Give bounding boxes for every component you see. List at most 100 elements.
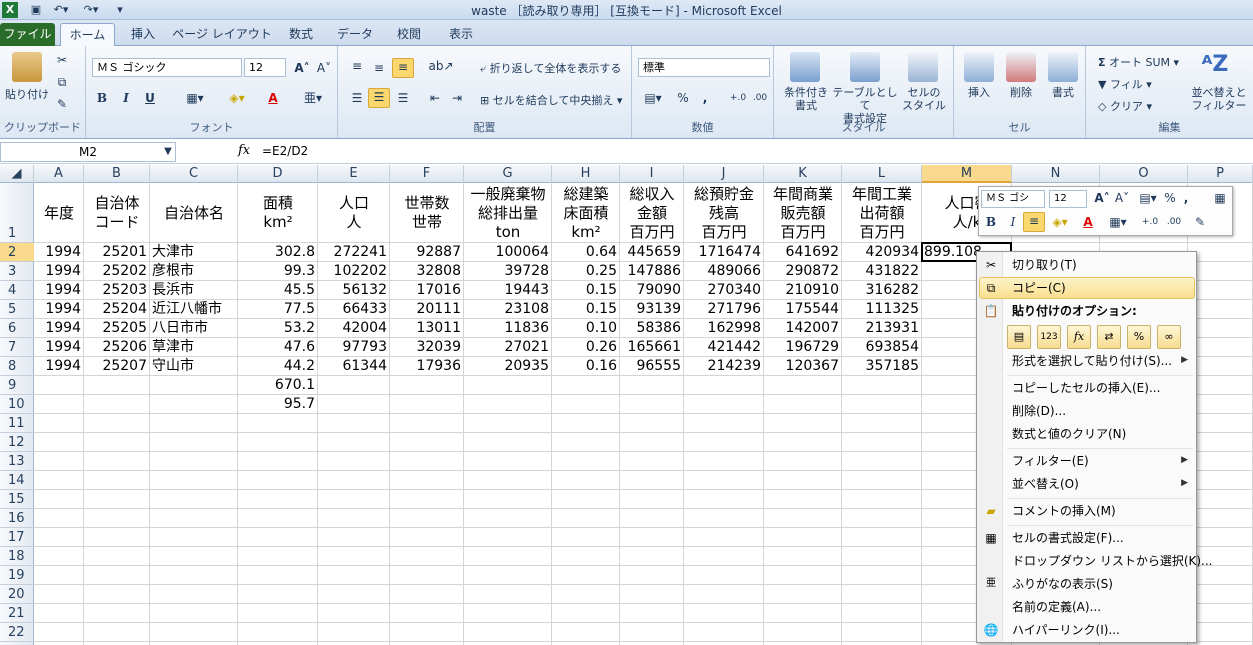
mini-accounting-icon[interactable]: ▤▾	[1137, 190, 1159, 206]
font-size-select[interactable]: 12	[244, 58, 286, 77]
table-cell[interactable]: 1994	[34, 262, 84, 280]
cut-icon[interactable]: ✂	[54, 52, 70, 68]
format-painter-icon[interactable]: ✎	[54, 96, 70, 112]
table-cell[interactable]: 1716474	[684, 243, 764, 261]
header-cell[interactable]: 年度	[34, 204, 84, 223]
menu-item-cut[interactable]: 切り取り(T)	[1012, 257, 1077, 273]
mini-format-painter-icon[interactable]: ✎	[1191, 214, 1209, 230]
tab-home[interactable]: ホーム	[60, 23, 115, 47]
delete-cells-button[interactable]: 削除	[1002, 86, 1040, 99]
header-cell[interactable]: 一般廃棄物 総排出量 ton	[464, 185, 552, 242]
number-format-select[interactable]: 標準	[638, 58, 770, 77]
percent-style-button[interactable]: %	[676, 90, 690, 106]
table-cell[interactable]: 290872	[764, 262, 842, 280]
paste-option-values-icon[interactable]: 123	[1037, 325, 1061, 349]
menu-item-define-name[interactable]: 名前の定義(A)...	[1012, 599, 1101, 615]
mini-font-color-icon[interactable]: A	[1077, 214, 1099, 230]
paste-option-paste-icon[interactable]: ▤	[1007, 325, 1031, 349]
insert-function-button[interactable]: fx	[238, 143, 250, 158]
table-cell[interactable]: 25206	[84, 338, 150, 356]
table-cell[interactable]: 175544	[764, 300, 842, 318]
decrease-indent-icon[interactable]: ⇤	[426, 90, 444, 106]
tab-page-layout[interactable]: ページ レイアウト	[172, 23, 272, 46]
shrink-font-icon[interactable]: A˅	[314, 60, 334, 76]
table-cell[interactable]: 25203	[84, 281, 150, 299]
select-all-corner[interactable]: ◢	[0, 165, 34, 183]
table-cell[interactable]: 32808	[390, 262, 464, 280]
table-cell[interactable]: 0.26	[552, 338, 620, 356]
table-cell[interactable]: 96555	[620, 357, 684, 375]
tab-data[interactable]: データ	[330, 23, 380, 46]
menu-item-copy[interactable]: コピー(C)	[1012, 280, 1066, 296]
table-cell[interactable]: 670.1	[238, 376, 318, 394]
table-cell[interactable]: 120367	[764, 357, 842, 375]
row-header-3[interactable]: 3	[0, 262, 34, 281]
column-header-o[interactable]: O	[1100, 165, 1188, 183]
align-right-icon[interactable]: ☰	[394, 90, 412, 106]
column-header-a[interactable]: A	[34, 165, 84, 183]
header-cell[interactable]: 年間商業 販売額 百万円	[764, 185, 842, 242]
header-cell[interactable]: 総預貯金 残高 百万円	[684, 185, 764, 242]
menu-item-format-cells[interactable]: セルの書式設定(F)...	[1012, 530, 1124, 546]
table-cell[interactable]: 45.5	[238, 281, 318, 299]
mini-decrease-decimal-icon[interactable]: .00	[1163, 214, 1185, 230]
font-name-select[interactable]: ＭＳ ゴシック	[92, 58, 242, 77]
mini-italic-icon[interactable]: I	[1005, 214, 1021, 230]
table-cell[interactable]: 210910	[764, 281, 842, 299]
mini-font-name-select[interactable]: ＭＳ ゴシ	[981, 190, 1045, 208]
menu-item-sort[interactable]: 並べ替え(O)	[1012, 476, 1079, 492]
table-cell[interactable]: 100064	[464, 243, 552, 261]
column-header-l[interactable]: L	[842, 165, 922, 183]
table-cell[interactable]: 19443	[464, 281, 552, 299]
column-header-c[interactable]: C	[150, 165, 238, 183]
row-header-20[interactable]: 20	[0, 585, 34, 604]
table-cell[interactable]: 32039	[390, 338, 464, 356]
column-header-h[interactable]: H	[552, 165, 620, 183]
comma-style-button[interactable]: ,	[700, 90, 710, 106]
tab-insert[interactable]: 挿入	[120, 23, 166, 46]
menu-item-insert-copied[interactable]: コピーしたセルの挿入(E)...	[1012, 380, 1160, 396]
align-bottom-icon[interactable]: ≡	[392, 58, 414, 78]
table-cell[interactable]: 大津市	[152, 243, 250, 261]
table-cell[interactable]: 92887	[390, 243, 464, 261]
tab-file[interactable]: ファイル	[0, 23, 55, 46]
row-header-12[interactable]: 12	[0, 433, 34, 452]
mini-fill-color-icon[interactable]: ◈▾	[1049, 214, 1071, 230]
table-cell[interactable]: 1994	[34, 300, 84, 318]
mini-comma-icon[interactable]: ,	[1181, 190, 1191, 206]
header-cell[interactable]: 総収入 金額 百万円	[620, 185, 684, 242]
table-cell[interactable]: 213931	[842, 319, 922, 337]
row-header-8[interactable]: 8	[0, 357, 34, 376]
mini-shrink-font-icon[interactable]: A˅	[1113, 190, 1131, 206]
table-cell[interactable]: 25207	[84, 357, 150, 375]
table-cell[interactable]: 39728	[464, 262, 552, 280]
row-header-13[interactable]: 13	[0, 452, 34, 471]
column-header-n[interactable]: N	[1012, 165, 1100, 183]
font-color-icon[interactable]: A	[262, 90, 284, 106]
mini-increase-decimal-icon[interactable]: +.0	[1139, 214, 1161, 230]
table-cell[interactable]: 357185	[842, 357, 922, 375]
merge-center-button[interactable]: ⊞ セルを結合して中央揃え ▾	[480, 92, 622, 108]
row-header-22[interactable]: 22	[0, 623, 34, 642]
header-cell[interactable]: 自治体 コード	[84, 194, 150, 232]
table-cell[interactable]: 25204	[84, 300, 150, 318]
table-cell[interactable]: 272241	[318, 243, 390, 261]
cell-styles-button[interactable]: セルの スタイル	[898, 86, 950, 112]
underline-button[interactable]: U	[142, 90, 158, 106]
table-cell[interactable]: 25201	[84, 243, 150, 261]
table-cell[interactable]: 0.10	[552, 319, 620, 337]
table-cell[interactable]: 270340	[684, 281, 764, 299]
italic-button[interactable]: I	[118, 90, 134, 106]
accounting-format-icon[interactable]: ▤▾	[640, 90, 666, 106]
menu-item-paste-special[interactable]: 形式を選択して貼り付け(S)...	[1012, 353, 1172, 369]
mini-font-size-select[interactable]: 12	[1049, 190, 1087, 208]
clear-button[interactable]: ◇ クリア ▾	[1098, 98, 1152, 114]
table-cell[interactable]: 93139	[620, 300, 684, 318]
table-cell[interactable]: 53.2	[238, 319, 318, 337]
table-cell[interactable]: 47.6	[238, 338, 318, 356]
menu-item-pick-from-list[interactable]: ドロップダウン リストから選択(K)...	[1012, 553, 1213, 569]
table-cell[interactable]: 431822	[842, 262, 922, 280]
align-center-icon[interactable]: ☰	[368, 88, 390, 108]
column-header-e[interactable]: E	[318, 165, 390, 183]
menu-item-hyperlink[interactable]: ハイパーリンク(I)...	[1012, 622, 1120, 638]
